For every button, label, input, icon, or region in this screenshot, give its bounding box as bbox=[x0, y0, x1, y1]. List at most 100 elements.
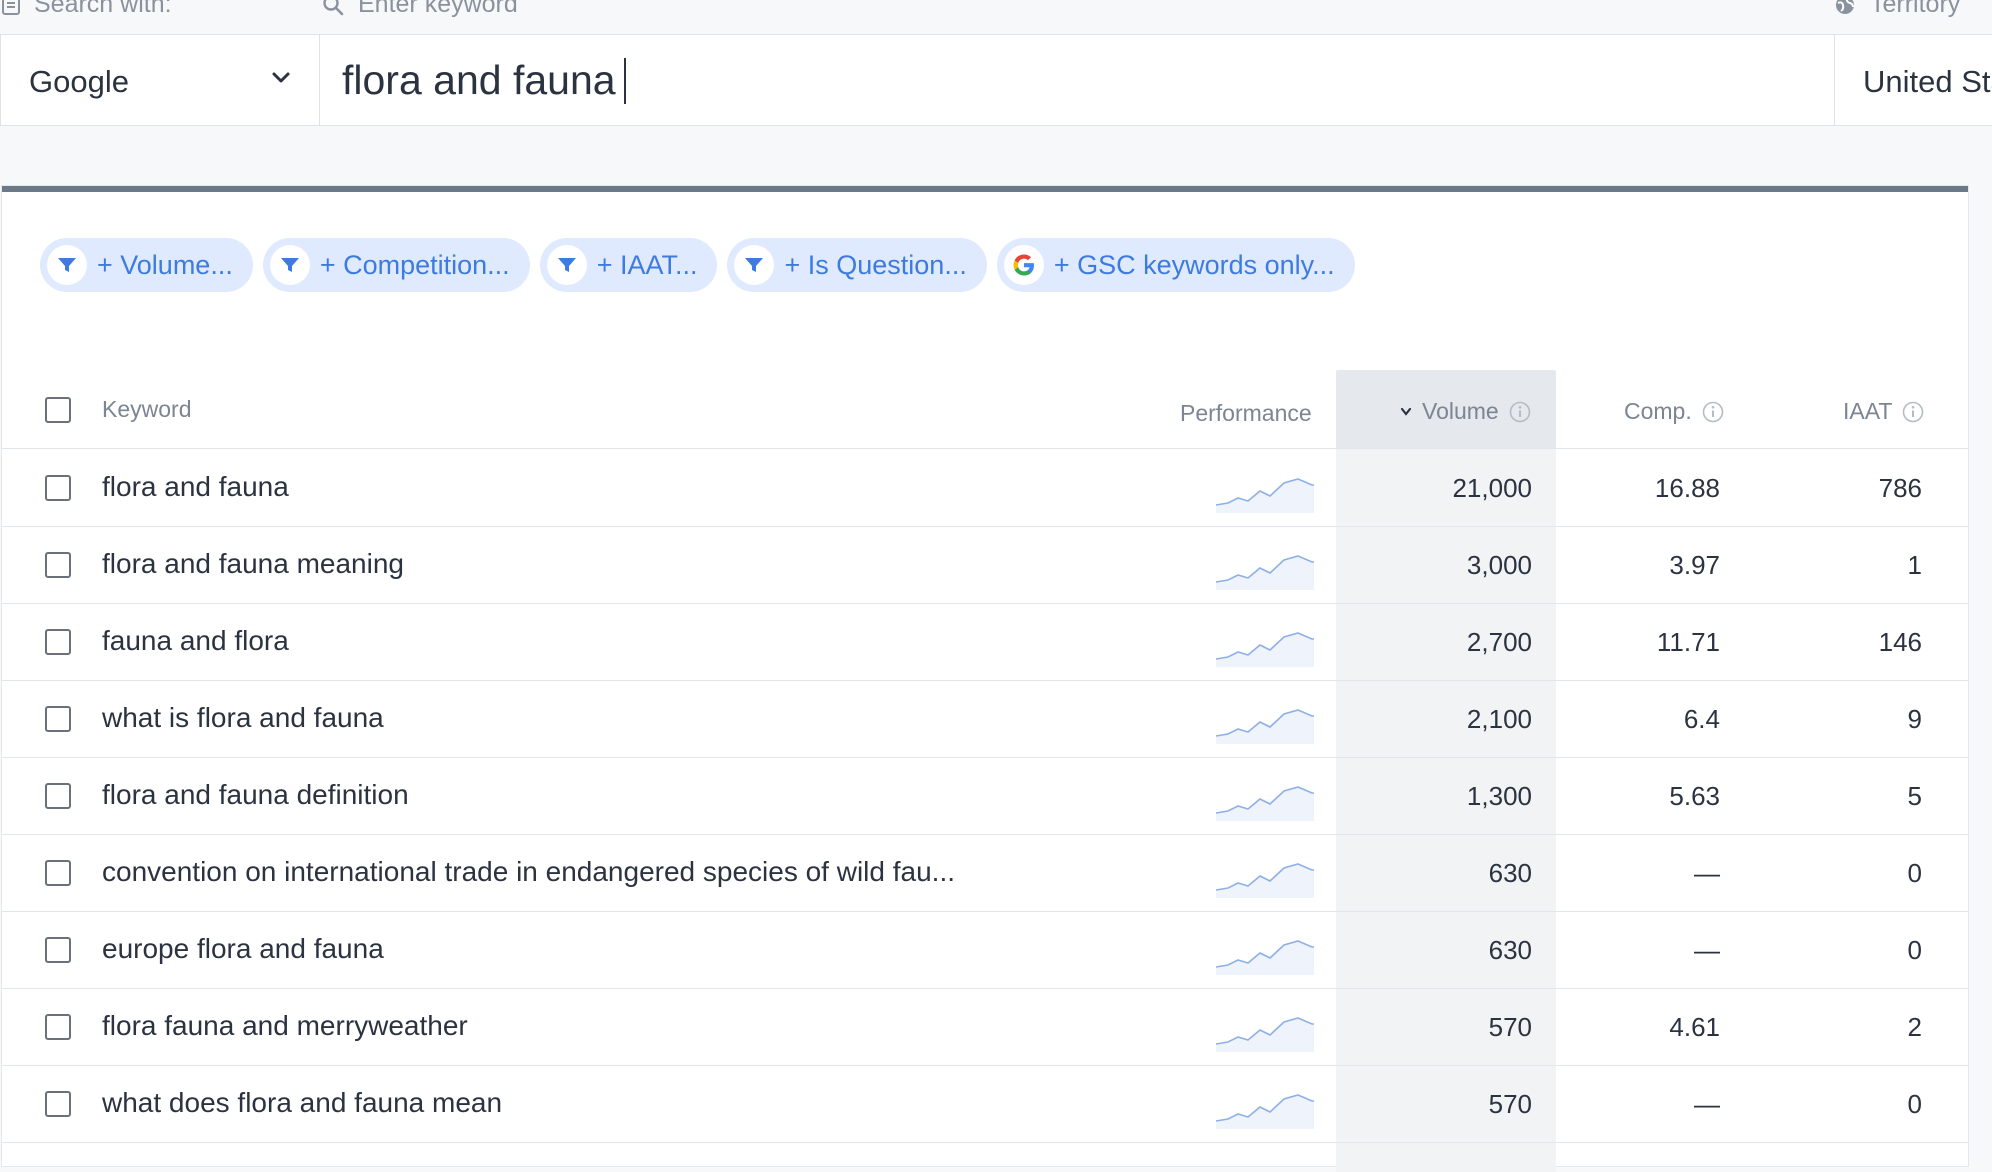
territory-value: United States bbox=[1863, 64, 1992, 99]
search-bar: Google United States bbox=[0, 34, 1992, 126]
table-row[interactable]: convention on international trade in end… bbox=[2, 834, 1968, 912]
funnel-icon bbox=[546, 245, 587, 285]
filter-chip-gsc[interactable]: + GSC keywords only... bbox=[996, 238, 1355, 292]
comp-cell: — bbox=[1694, 858, 1720, 888]
filter-chip-volume[interactable]: + Volume... bbox=[40, 238, 253, 292]
filter-chip-iaat[interactable]: + IAAT... bbox=[539, 238, 718, 292]
funnel-icon bbox=[734, 245, 775, 285]
keyword-cell[interactable]: flora and fauna bbox=[102, 471, 289, 503]
performance-sparkline bbox=[1215, 940, 1314, 975]
comp-column-header[interactable]: Comp. bbox=[1624, 398, 1724, 425]
performance-sparkline bbox=[1215, 786, 1314, 821]
keyword-column-header[interactable]: Keyword bbox=[102, 396, 191, 423]
info-icon[interactable] bbox=[1509, 401, 1531, 423]
search-icon bbox=[323, 0, 344, 15]
iaat-cell: 5 bbox=[1907, 781, 1922, 811]
search-labels-row: Search with: Enter keyword Territory bbox=[0, 0, 1992, 34]
volume-cell: 2,100 bbox=[1466, 704, 1532, 734]
keyword-cell[interactable]: flora and fauna definition bbox=[102, 779, 409, 811]
keyword-cell[interactable]: what is flora and fauna bbox=[102, 702, 384, 734]
iaat-cell: 2 bbox=[1907, 1012, 1922, 1042]
keyword-cell[interactable]: europe flora and fauna bbox=[102, 933, 384, 965]
info-icon[interactable] bbox=[1702, 401, 1724, 423]
row-checkbox[interactable] bbox=[45, 860, 71, 886]
table-row[interactable]: flora and fauna definition 1,300 5.63 5 bbox=[2, 757, 1968, 835]
volume-cell: 570 bbox=[1488, 1012, 1532, 1042]
row-checkbox[interactable] bbox=[45, 783, 71, 809]
table-row[interactable]: flora and fauna 21,000 16.88 786 bbox=[2, 449, 1968, 527]
keyword-cell[interactable]: flora and fauna meaning bbox=[102, 548, 404, 580]
keyword-cell[interactable]: fauna and flora bbox=[102, 625, 289, 657]
table-row[interactable]: fauna and flora 2,700 11.71 146 bbox=[2, 603, 1968, 681]
search-engine-select[interactable]: Google bbox=[0, 35, 320, 125]
volume-cell: 21,000 bbox=[1452, 473, 1532, 503]
comp-cell: 4.61 bbox=[1669, 1012, 1720, 1042]
table-row[interactable]: flora fauna and merryweather 570 4.61 2 bbox=[2, 988, 1968, 1066]
territory-select[interactable]: United States bbox=[1834, 35, 1992, 125]
volume-cell: 630 bbox=[1488, 935, 1532, 965]
table-row[interactable]: flora and fauna meaning 3,000 3.97 1 bbox=[2, 526, 1968, 604]
results-panel: + Volume... + Competition... + IAAT... +… bbox=[2, 186, 1968, 1172]
keyword-label: Enter keyword bbox=[322, 0, 518, 19]
filter-chip-competition[interactable]: + Competition... bbox=[262, 238, 530, 292]
filter-chip-label: + GSC keywords only... bbox=[1053, 249, 1335, 280]
performance-sparkline bbox=[1215, 709, 1314, 744]
iaat-cell: 0 bbox=[1907, 1089, 1922, 1119]
comp-cell: 3.97 bbox=[1669, 550, 1720, 580]
performance-sparkline bbox=[1215, 555, 1314, 590]
filter-chip-label: + Competition... bbox=[319, 249, 510, 280]
comp-cell: 11.71 bbox=[1656, 627, 1720, 657]
iaat-column-header[interactable]: IAAT bbox=[1843, 398, 1924, 425]
comp-cell: 6.4 bbox=[1683, 704, 1720, 734]
search-engine-value: Google bbox=[29, 64, 129, 99]
volume-column-header[interactable]: Volume bbox=[1400, 398, 1531, 425]
comp-cell: 5.63 bbox=[1669, 781, 1720, 811]
row-checkbox[interactable] bbox=[45, 937, 71, 963]
funnel-icon bbox=[269, 245, 310, 285]
row-checkbox[interactable] bbox=[45, 475, 71, 501]
filter-bar: + Volume... + Competition... + IAAT... +… bbox=[40, 238, 1355, 292]
keyword-cell[interactable]: convention on international trade in end… bbox=[102, 856, 955, 888]
keyword-cell[interactable]: what does flora and fauna mean bbox=[102, 1087, 502, 1119]
globe-icon bbox=[1836, 0, 1854, 14]
comp-cell: — bbox=[1694, 1089, 1720, 1119]
volume-cell: 2,700 bbox=[1466, 627, 1532, 657]
row-checkbox[interactable] bbox=[45, 706, 71, 732]
iaat-cell: 786 bbox=[1878, 473, 1922, 503]
keyword-cell[interactable]: flora fauna and merryweather bbox=[102, 1010, 468, 1042]
territory-label: Territory bbox=[1834, 0, 1960, 19]
row-checkbox[interactable] bbox=[45, 1014, 71, 1040]
iaat-cell: 9 bbox=[1907, 704, 1922, 734]
filter-chip-label: + Volume... bbox=[97, 249, 233, 280]
table-row[interactable]: europe flora and fauna 630 — 0 bbox=[2, 911, 1968, 989]
iaat-cell: 0 bbox=[1907, 935, 1922, 965]
performance-sparkline bbox=[1215, 1017, 1314, 1052]
info-icon[interactable] bbox=[1902, 401, 1924, 423]
volume-cell: 3,000 bbox=[1466, 550, 1532, 580]
filter-chip-is-question[interactable]: + Is Question... bbox=[727, 238, 987, 292]
filter-chip-label: + Is Question... bbox=[784, 249, 967, 280]
chevron-down-icon bbox=[272, 72, 290, 83]
filter-chip-label: + IAAT... bbox=[596, 249, 698, 280]
iaat-cell: 0 bbox=[1907, 858, 1922, 888]
performance-column-header: Performance bbox=[1180, 400, 1312, 426]
volume-cell: 630 bbox=[1488, 858, 1532, 888]
performance-sparkline bbox=[1215, 478, 1314, 513]
iaat-cell: 1 bbox=[1907, 550, 1922, 580]
funnel-icon bbox=[47, 245, 87, 285]
row-checkbox[interactable] bbox=[45, 629, 71, 655]
table-header: Keyword Performance Volume Comp. IAAT bbox=[2, 370, 1968, 449]
volume-cell: 570 bbox=[1488, 1089, 1532, 1119]
performance-sparkline bbox=[1215, 863, 1314, 898]
table-row[interactable]: what does flora and fauna mean 570 — 0 bbox=[2, 1065, 1968, 1143]
select-all-checkbox[interactable] bbox=[45, 397, 71, 423]
table-row[interactable]: what is flora and fauna 2,100 6.4 9 bbox=[2, 680, 1968, 758]
performance-sparkline bbox=[1215, 632, 1314, 667]
text-caret bbox=[624, 58, 626, 104]
row-checkbox[interactable] bbox=[45, 1091, 71, 1117]
google-g-icon bbox=[1003, 245, 1044, 285]
row-checkbox[interactable] bbox=[45, 552, 71, 578]
iaat-cell: 146 bbox=[1878, 627, 1922, 657]
sort-descending-icon bbox=[1400, 407, 1412, 416]
keyword-input[interactable] bbox=[320, 35, 1834, 125]
